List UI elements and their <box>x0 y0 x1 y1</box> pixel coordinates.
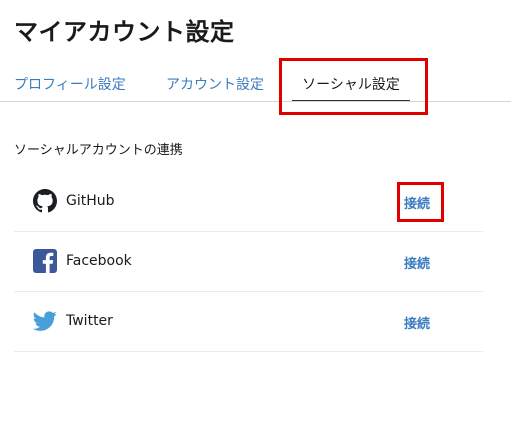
list-item-github: GitHub 接続 <box>14 172 483 232</box>
list-item-facebook: Facebook 接続 <box>14 232 483 292</box>
social-account-list: GitHub 接続 Facebook 接続 Twitter 接続 <box>14 172 483 352</box>
page: マイアカウント設定 プロフィール設定 アカウント設定 ソーシャル設定 ソーシャル… <box>0 0 511 424</box>
page-title: マイアカウント設定 <box>14 18 235 46</box>
facebook-icon <box>33 249 57 273</box>
connect-twitter-button[interactable]: 接続 <box>404 313 430 332</box>
tab-social-settings[interactable]: ソーシャル設定 <box>292 74 410 101</box>
twitter-icon <box>33 309 57 333</box>
account-name: GitHub <box>66 193 115 209</box>
list-item-twitter: Twitter 接続 <box>14 292 483 352</box>
github-icon <box>33 189 57 213</box>
section-heading: ソーシャルアカウントの連携 <box>14 143 183 158</box>
tab-profile-settings[interactable]: プロフィール設定 <box>14 74 126 94</box>
connect-github-button[interactable]: 接続 <box>404 193 430 212</box>
account-name: Twitter <box>66 313 113 329</box>
tabs-divider <box>0 101 511 102</box>
account-name: Facebook <box>66 253 132 269</box>
tab-account-settings[interactable]: アカウント設定 <box>166 74 264 94</box>
connect-facebook-button[interactable]: 接続 <box>404 253 430 272</box>
